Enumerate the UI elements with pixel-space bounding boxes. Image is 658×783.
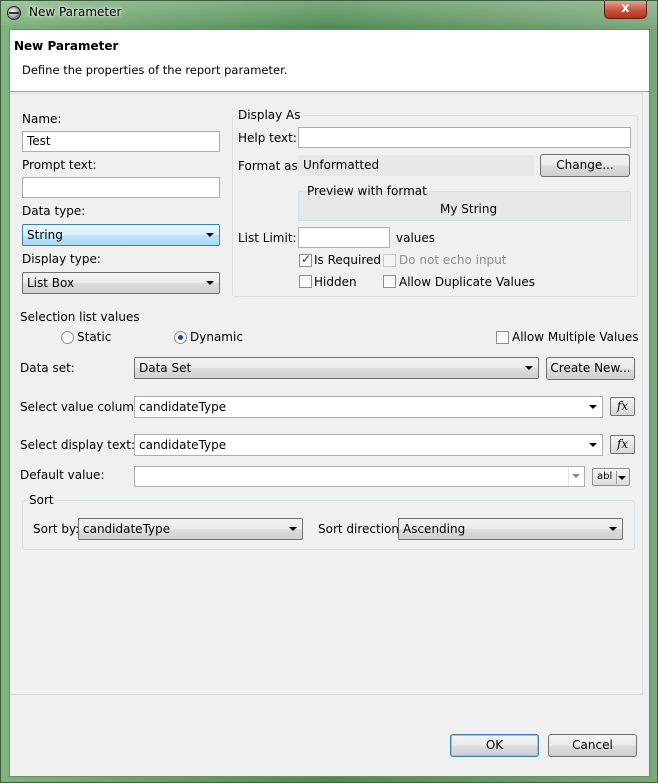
name-label: Name: <box>22 112 62 126</box>
chevron-down-icon <box>206 281 214 285</box>
chevron-down-icon <box>572 474 580 478</box>
help-text-field[interactable] <box>298 127 631 148</box>
display-text-value: candidateType <box>139 438 227 452</box>
format-as-field: Unformatted <box>298 155 534 176</box>
display-type-select[interactable]: List Box <box>22 272 220 294</box>
sort-direction-value: Ascending <box>403 522 466 536</box>
cancel-button[interactable]: Cancel <box>548 734 637 757</box>
display-as-title: Display As <box>236 108 303 122</box>
dialog-window: New Parameter x New Parameter Define the… <box>0 0 658 783</box>
chevron-down-icon <box>206 233 214 237</box>
allow-duplicates-checkbox[interactable] <box>383 275 396 288</box>
name-field[interactable]: Test <box>22 131 220 152</box>
data-set-value: Data Set <box>139 361 192 375</box>
list-limit-suffix: values <box>396 231 436 245</box>
chevron-down-icon <box>589 443 597 447</box>
dialog-client: New Parameter Define the properties of t… <box>9 29 650 777</box>
header-title: New Parameter <box>14 39 119 53</box>
allow-multiple-checkbox[interactable] <box>496 331 509 344</box>
is-required-label: Is Required <box>314 253 382 267</box>
dynamic-label: Dynamic <box>190 330 243 344</box>
allow-multiple-label: Allow Multiple Values <box>512 330 639 344</box>
allow-duplicates-label: Allow Duplicate Values <box>399 275 536 289</box>
preview-value: My String <box>440 202 498 216</box>
fx-expression-button[interactable]: fx <box>610 397 635 416</box>
header-description: Define the properties of the report para… <box>22 63 288 77</box>
fx-icon: fx <box>616 437 629 451</box>
data-set-select[interactable]: Data Set <box>134 357 539 379</box>
close-button[interactable]: x <box>604 1 647 19</box>
prompt-text-label: Prompt text: <box>22 158 97 172</box>
chevron-down-icon <box>589 405 597 409</box>
value-column-label: Select value column: <box>20 400 146 414</box>
sort-title: Sort <box>27 493 56 507</box>
data-type-label: Data type: <box>22 204 86 218</box>
is-required-checkbox[interactable] <box>299 252 312 267</box>
sort-by-label: Sort by: <box>33 522 80 536</box>
abl-icon: abl <box>597 471 613 482</box>
window-title: New Parameter <box>29 5 122 19</box>
no-echo-label: Do not echo input <box>399 253 507 267</box>
default-value-label: Default value: <box>20 468 105 482</box>
default-value-dropdown[interactable] <box>568 467 584 486</box>
preview-title: Preview with format <box>307 184 427 198</box>
sort-by-select[interactable]: candidateType <box>78 518 303 540</box>
sort-by-value: candidateType <box>83 522 171 536</box>
selection-list-title: Selection list values <box>20 310 140 324</box>
fx-icon: fx <box>616 399 629 413</box>
data-type-value: String <box>27 228 63 242</box>
ok-button[interactable]: OK <box>450 734 539 757</box>
hidden-label: Hidden <box>314 275 357 289</box>
dynamic-radio[interactable] <box>174 331 187 344</box>
fx-expression-button-2[interactable]: fx <box>610 435 635 454</box>
list-limit-label: List Limit: <box>238 231 297 245</box>
create-new-dataset-button[interactable]: Create New... <box>546 357 635 380</box>
abl-separator <box>616 471 617 484</box>
abl-text-type-button[interactable]: abl <box>592 468 630 486</box>
chevron-down-icon <box>609 527 617 531</box>
sort-direction-label: Sort direction: <box>318 522 404 536</box>
help-text-label: Help text: <box>238 131 297 145</box>
format-as-label: Format as: <box>238 159 302 173</box>
value-column-select[interactable]: candidateType <box>134 396 603 418</box>
prompt-text-field[interactable] <box>22 177 220 198</box>
chevron-down-icon <box>289 527 297 531</box>
title-bar[interactable]: New Parameter <box>1 1 657 25</box>
sort-direction-select[interactable]: Ascending <box>398 518 623 540</box>
dialog-header: New Parameter Define the properties of t… <box>10 30 649 92</box>
list-limit-field[interactable] <box>298 227 390 248</box>
display-type-value: List Box <box>27 276 75 290</box>
data-type-select[interactable]: String <box>22 224 220 246</box>
display-text-select[interactable]: candidateType <box>134 434 603 456</box>
static-radio[interactable] <box>61 331 74 344</box>
hidden-checkbox[interactable] <box>299 275 312 288</box>
change-format-button[interactable]: Change... <box>540 154 630 177</box>
eclipse-app-icon <box>7 6 21 20</box>
display-text-label: Select display text: <box>20 438 135 452</box>
default-value-field[interactable] <box>134 466 585 487</box>
data-set-label: Data set: <box>20 361 75 375</box>
chevron-down-icon <box>618 476 626 480</box>
static-label: Static <box>77 330 112 344</box>
no-echo-checkbox[interactable] <box>383 254 396 267</box>
display-type-label: Display type: <box>22 252 101 266</box>
value-column-value: candidateType <box>139 400 227 414</box>
chevron-down-icon <box>525 366 533 370</box>
